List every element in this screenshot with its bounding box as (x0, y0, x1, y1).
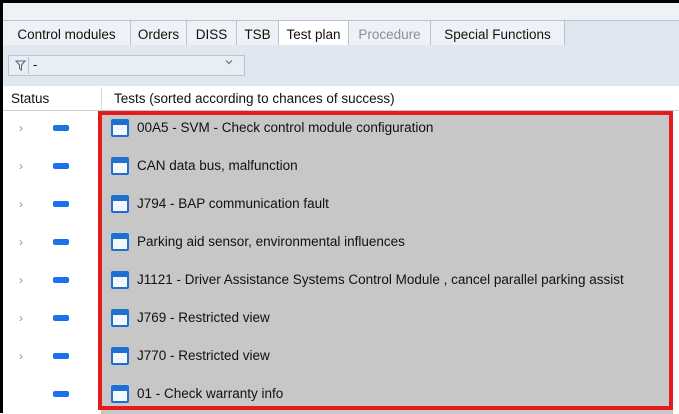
test-label: J1121 - Driver Assistance Systems Contro… (137, 272, 624, 287)
list-item[interactable]: › J1121 - Driver Assistance Systems Cont… (3, 262, 679, 300)
chevron-right-icon[interactable]: › (19, 121, 23, 135)
test-document-icon (111, 271, 129, 289)
test-cell[interactable]: 01 - Check warranty info (101, 376, 673, 414)
status-indicator-icon (53, 277, 69, 283)
chevron-down-icon[interactable] (224, 57, 234, 70)
tab-control-modules[interactable]: Control modules (3, 20, 131, 47)
test-document-icon (111, 347, 129, 365)
tab-special-functions[interactable]: Special Functions (431, 20, 565, 47)
test-label: 00A5 - SVM - Check control module config… (137, 120, 434, 135)
status-indicator-icon (53, 163, 69, 169)
chevron-right-icon[interactable]: › (19, 235, 23, 249)
test-cell[interactable]: 00A5 - SVM - Check control module config… (101, 110, 673, 148)
status-indicator-icon (53, 391, 69, 397)
column-divider (101, 87, 102, 110)
status-indicator-icon (53, 239, 69, 245)
test-cell[interactable]: J769 - Restricted view (101, 300, 673, 338)
filter-icon[interactable] (12, 57, 29, 74)
test-label: 01 - Check warranty info (137, 386, 284, 401)
tab-procedure: Procedure (349, 20, 431, 47)
test-cell[interactable]: J794 - BAP communication fault (101, 186, 673, 224)
column-header-tests[interactable]: Tests (sorted according to chances of su… (114, 91, 395, 106)
test-label: J794 - BAP communication fault (137, 196, 329, 211)
test-label: Parking aid sensor, environmental influe… (137, 234, 405, 249)
test-label: J769 - Restricted view (137, 310, 270, 325)
test-document-icon (111, 233, 129, 251)
test-document-icon (111, 309, 129, 327)
tab-diss[interactable]: DISS (187, 20, 237, 47)
test-document-icon (111, 195, 129, 213)
test-cell[interactable]: J770 - Restricted view (101, 338, 673, 376)
tab-bar-filler (565, 20, 679, 47)
list-item[interactable]: › J794 - BAP communication fault (3, 186, 679, 224)
list-item[interactable]: 01 - Check warranty info (3, 376, 679, 414)
list-item[interactable]: › J770 - Restricted view (3, 338, 679, 376)
chevron-right-icon[interactable]: › (19, 311, 23, 325)
test-label: CAN data bus, malfunction (137, 158, 298, 173)
filter-dropdown[interactable]: - (8, 55, 245, 76)
chevron-right-icon[interactable]: › (19, 273, 23, 287)
test-cell[interactable]: J1121 - Driver Assistance Systems Contro… (101, 262, 673, 300)
status-indicator-icon (53, 315, 69, 321)
tab-orders[interactable]: Orders (131, 20, 187, 47)
status-indicator-icon (53, 353, 69, 359)
list-item[interactable]: › J769 - Restricted view (3, 300, 679, 338)
test-document-icon (111, 385, 129, 403)
test-document-icon (111, 157, 129, 175)
list-item[interactable]: › 00A5 - SVM - Check control module conf… (3, 110, 679, 148)
list-item[interactable]: › Parking aid sensor, environmental infl… (3, 224, 679, 262)
chevron-right-icon[interactable]: › (19, 159, 23, 173)
chevron-right-icon[interactable]: › (19, 349, 23, 363)
status-indicator-icon (53, 125, 69, 131)
chevron-right-icon[interactable]: › (19, 197, 23, 211)
status-indicator-icon (53, 201, 69, 207)
tab-test-plan[interactable]: Test plan (279, 20, 349, 48)
list-item[interactable]: › CAN data bus, malfunction (3, 148, 679, 186)
test-label: J770 - Restricted view (137, 348, 270, 363)
test-document-icon (111, 119, 129, 137)
test-cell[interactable]: CAN data bus, malfunction (101, 148, 673, 186)
filter-bar: - (3, 45, 679, 86)
test-plan-list: › 00A5 - SVM - Check control module conf… (3, 110, 679, 414)
filter-value: - (33, 57, 38, 72)
tab-tsb[interactable]: TSB (237, 20, 279, 47)
column-header-status[interactable]: Status (11, 91, 49, 106)
test-cell[interactable]: Parking aid sensor, environmental influe… (101, 224, 673, 262)
tab-bar: Control modules Orders DISS TSB Test pla… (3, 3, 679, 48)
column-header: Status Tests (sorted according to chance… (3, 87, 679, 111)
